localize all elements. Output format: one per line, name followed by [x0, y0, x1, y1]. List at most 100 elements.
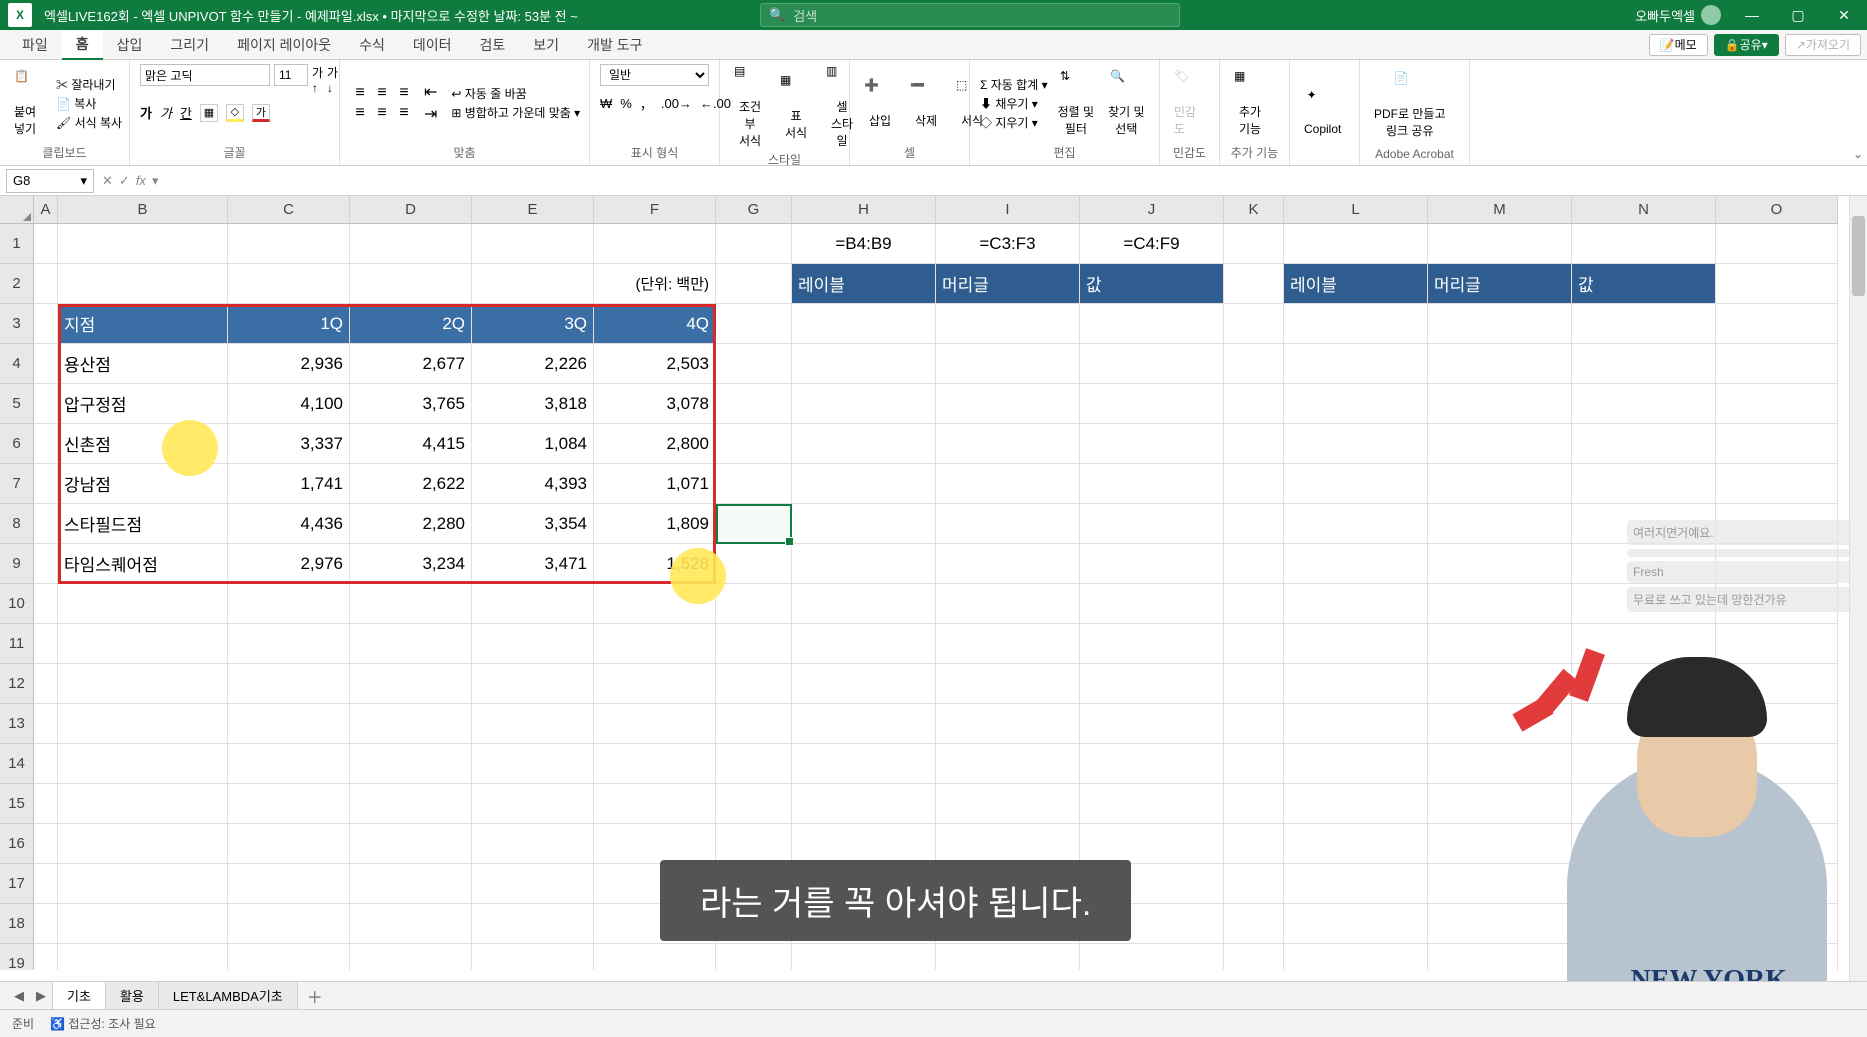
collapse-ribbon-button[interactable]: ⌄ — [1853, 147, 1863, 161]
row-header-18[interactable]: 18 — [0, 904, 34, 944]
clear-button[interactable]: ◇ 지우기 ▾ — [980, 114, 1048, 131]
ribbon-tab-3[interactable]: 그리기 — [156, 30, 223, 60]
add-sheet-button[interactable]: ＋ — [297, 984, 333, 1008]
col-header-F[interactable]: F — [594, 196, 716, 224]
ribbon-tab-8[interactable]: 보기 — [519, 30, 573, 60]
pdf-share-button[interactable]: 📄PDF로 만들고 링크 공유 — [1370, 71, 1450, 139]
row-header-7[interactable]: 7 — [0, 464, 34, 504]
decrease-font-icon[interactable]: 가↓ — [327, 64, 338, 95]
formula-input[interactable] — [158, 169, 1867, 193]
name-box[interactable]: G8▾ — [6, 169, 94, 193]
increase-decimal-button[interactable]: .00→ — [661, 96, 692, 111]
vertical-scrollbar[interactable] — [1849, 196, 1867, 981]
row-header-19[interactable]: 19 — [0, 944, 34, 970]
col-header-N[interactable]: N — [1572, 196, 1716, 224]
paste-button[interactable]: 📋 붙여넣기 — [10, 69, 50, 137]
underline-button[interactable]: 간 — [180, 103, 192, 122]
copy-button[interactable]: 📄 복사 — [56, 95, 122, 112]
col-header-K[interactable]: K — [1224, 196, 1284, 224]
indent-decrease-button[interactable]: ⇤ — [424, 82, 437, 102]
ribbon-tab-5[interactable]: 수식 — [345, 30, 399, 60]
conditional-format-button[interactable]: ▤조건부 서식 — [730, 64, 770, 149]
currency-button[interactable]: ₩ — [600, 96, 612, 111]
row-header-8[interactable]: 8 — [0, 504, 34, 544]
border-button[interactable]: ▦ — [200, 104, 218, 122]
row-header-5[interactable]: 5 — [0, 384, 34, 424]
col-header-O[interactable]: O — [1716, 196, 1838, 224]
col-header-L[interactable]: L — [1284, 196, 1428, 224]
row-header-15[interactable]: 15 — [0, 784, 34, 824]
cancel-formula-icon[interactable]: ✕ — [102, 173, 113, 189]
col-header-I[interactable]: I — [936, 196, 1080, 224]
row-header-14[interactable]: 14 — [0, 744, 34, 784]
row-header-2[interactable]: 2 — [0, 264, 34, 304]
row-header-6[interactable]: 6 — [0, 424, 34, 464]
maximize-button[interactable]: ▢ — [1775, 0, 1821, 30]
ribbon-tab-1[interactable]: 홈 — [62, 30, 103, 60]
delete-cells-button[interactable]: ➖삭제 — [906, 78, 946, 129]
row-header-13[interactable]: 13 — [0, 704, 34, 744]
accept-formula-icon[interactable]: ✓ — [119, 173, 130, 189]
font-size-select[interactable] — [274, 64, 308, 86]
row-header-4[interactable]: 4 — [0, 344, 34, 384]
ribbon-tab-9[interactable]: 개발 도구 — [573, 30, 656, 60]
row-header-9[interactable]: 9 — [0, 544, 34, 584]
sensitivity-button[interactable]: 🏷민감도 — [1170, 69, 1210, 137]
ribbon-tab-4[interactable]: 페이지 레이아웃 — [223, 30, 345, 60]
col-header-M[interactable]: M — [1428, 196, 1572, 224]
sheet-tab-2[interactable]: LET&LAMBDA기초 — [158, 981, 298, 1011]
addins-button[interactable]: ▦추가 기능 — [1230, 69, 1270, 137]
row-header-11[interactable]: 11 — [0, 624, 34, 664]
col-header-H[interactable]: H — [792, 196, 936, 224]
insert-cells-button[interactable]: ➕삽입 — [860, 78, 900, 129]
table-format-button[interactable]: ▦표 서식 — [776, 73, 816, 141]
number-format-select[interactable]: 일반 — [600, 64, 709, 86]
user-account[interactable]: 오빠두엑셀 — [1635, 5, 1721, 25]
bold-button[interactable]: 가 — [140, 103, 152, 122]
sheet-nav-prev[interactable]: ◀ — [8, 988, 30, 1004]
close-button[interactable]: ✕ — [1821, 0, 1867, 30]
col-header-B[interactable]: B — [58, 196, 228, 224]
col-header-A[interactable]: A — [34, 196, 58, 224]
memo-button[interactable]: 📝 메모 — [1649, 34, 1708, 56]
wrap-text-button[interactable]: ↩ 자동 줄 바꿈 — [451, 85, 580, 102]
comma-button[interactable]: ， — [640, 94, 653, 113]
fill-color-button[interactable]: ◇ — [226, 104, 244, 122]
italic-button[interactable]: 가 — [160, 103, 172, 122]
col-header-E[interactable]: E — [472, 196, 594, 224]
ribbon-tab-6[interactable]: 데이터 — [399, 30, 466, 60]
percent-button[interactable]: % — [620, 96, 632, 111]
find-select-button[interactable]: 🔍찾기 및 선택 — [1104, 69, 1148, 137]
minimize-button[interactable]: — — [1729, 0, 1775, 30]
row-header-16[interactable]: 16 — [0, 824, 34, 864]
ribbon-tab-7[interactable]: 검토 — [466, 30, 520, 60]
sheet-tab-1[interactable]: 활용 — [105, 981, 159, 1011]
vertical-align-buttons[interactable]: ≡≡≡ — [350, 85, 414, 101]
col-header-G[interactable]: G — [716, 196, 792, 224]
row-header-12[interactable]: 12 — [0, 664, 34, 704]
share-button[interactable]: 🔒 공유 ▾ — [1714, 34, 1779, 56]
merge-center-button[interactable]: ⊞ 병합하고 가운데 맞춤 ▾ — [451, 104, 580, 121]
col-header-J[interactable]: J — [1080, 196, 1224, 224]
fill-button[interactable]: ⬇ 채우기 ▾ — [980, 95, 1048, 112]
fx-icon[interactable]: fx — [136, 173, 146, 188]
col-header-D[interactable]: D — [350, 196, 472, 224]
copilot-button[interactable]: ✦Copilot — [1300, 88, 1345, 136]
row-header-10[interactable]: 10 — [0, 584, 34, 624]
autosum-button[interactable]: Σ 자동 합계 ▾ — [980, 76, 1048, 93]
search-box[interactable]: 🔍 검색 — [760, 3, 1180, 27]
format-painter-button[interactable]: 🖌 서식 복사 — [56, 114, 122, 131]
font-color-button[interactable]: 가 — [252, 104, 270, 122]
ribbon-tab-2[interactable]: 삽입 — [103, 30, 157, 60]
font-name-select[interactable] — [140, 64, 270, 86]
import-button[interactable]: ↗ 가져오기 — [1785, 34, 1861, 56]
row-header-1[interactable]: 1 — [0, 224, 34, 264]
increase-font-icon[interactable]: 가↑ — [312, 64, 323, 95]
row-header-3[interactable]: 3 — [0, 304, 34, 344]
cut-button[interactable]: ✂ 잘라내기 — [56, 76, 122, 93]
indent-increase-button[interactable]: ⇥ — [424, 104, 437, 124]
col-header-C[interactable]: C — [228, 196, 350, 224]
ribbon-tab-0[interactable]: 파일 — [8, 30, 62, 60]
sheet-nav-next[interactable]: ▶ — [30, 988, 52, 1004]
horizontal-align-buttons[interactable]: ≡≡≡ — [350, 105, 414, 121]
